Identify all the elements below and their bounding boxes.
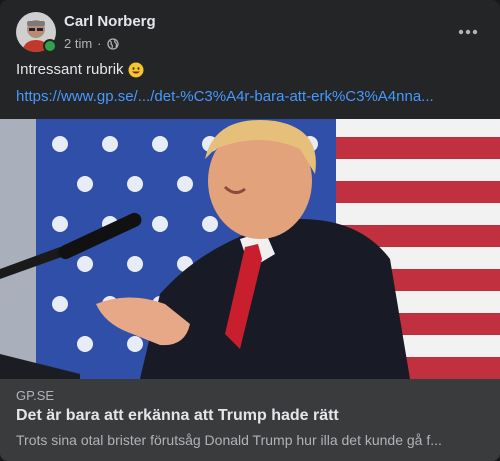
smiling-face-icon: [128, 62, 144, 77]
author-avatar[interactable]: [16, 12, 57, 53]
post-time[interactable]: 2 tim: [64, 36, 92, 51]
globe-icon[interactable]: [106, 37, 119, 50]
more-options-button[interactable]: [452, 16, 484, 48]
post-header: Carl Norberg 2 tim ·: [16, 12, 484, 53]
post-link[interactable]: https://www.gp.se/.../det-%C3%A4r-bara-a…: [16, 88, 486, 105]
post-card: Carl Norberg 2 tim · Intressant rubrik h…: [0, 0, 500, 461]
link-preview-image[interactable]: [0, 119, 500, 379]
post-text-content: Intressant rubrik: [16, 61, 124, 78]
preview-domain: GP.SE: [16, 388, 55, 403]
post-meta: 2 tim ·: [64, 36, 119, 51]
meta-separator: ·: [97, 36, 102, 51]
preview-description: Trots sina otal brister förutsåg Donald …: [16, 432, 442, 448]
link-preview[interactable]: GP.SE Det är bara att erkänna att Trump …: [0, 379, 500, 461]
more-options-icon: [458, 29, 478, 35]
post-text: Intressant rubrik: [16, 61, 144, 78]
preview-headline[interactable]: Det är bara att erkänna att Trump hade r…: [16, 407, 484, 425]
author-name[interactable]: Carl Norberg: [64, 13, 156, 30]
online-status-indicator: [43, 39, 57, 53]
